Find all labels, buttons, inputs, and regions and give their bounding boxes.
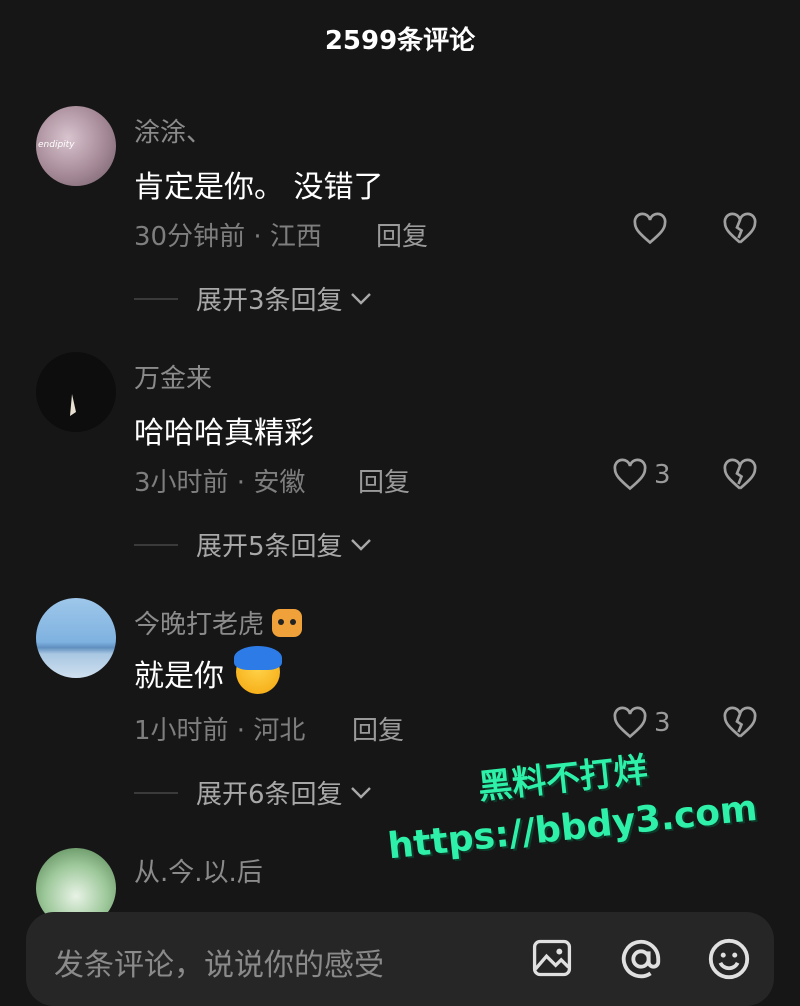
comment-text-body: 就是你 xyxy=(134,659,224,694)
like-count: 3 xyxy=(654,460,671,490)
smiley-icon[interactable] xyxy=(706,936,752,982)
comment-username-text: 今晚打老虎 xyxy=(134,610,265,640)
avatar-text: endipity xyxy=(38,140,75,150)
avatar[interactable] xyxy=(36,352,116,432)
expand-replies[interactable]: 展开3条回复 xyxy=(134,280,373,317)
avatar[interactable]: endipity xyxy=(36,106,116,186)
reply-button[interactable]: 回复 xyxy=(358,462,410,499)
like-button[interactable]: 3 xyxy=(612,458,671,492)
heart-outline-icon xyxy=(613,458,647,491)
expand-replies-label: 展开5条回复 xyxy=(196,532,343,562)
expand-divider xyxy=(134,297,178,300)
comment-username[interactable]: 今晚打老虎 xyxy=(134,604,303,641)
watermark: 黑料不打烊 https://bbdy3.com xyxy=(380,730,768,867)
comment-meta: 30分钟前 · 江西 xyxy=(134,222,322,252)
like-button[interactable]: 3 xyxy=(612,706,671,740)
at-icon[interactable] xyxy=(618,936,664,982)
like-button[interactable] xyxy=(632,212,674,246)
comment-text: 肯定是你。 没错了 xyxy=(134,170,384,205)
expand-replies[interactable]: 展开5条回复 xyxy=(134,526,373,563)
tiger-emoji-icon xyxy=(272,609,303,637)
comment-username[interactable]: 从.今.以.后 xyxy=(134,852,263,889)
expand-divider xyxy=(134,543,178,546)
comment-input-bar[interactable]: 发条评论，说说你的感受 xyxy=(26,912,774,1006)
comment-meta: 3小时前 · 安徽 xyxy=(134,468,306,498)
comment-text: 就是你 xyxy=(134,646,282,695)
watermark-url: https://bbdy3.com xyxy=(385,787,760,868)
avatar[interactable] xyxy=(36,598,116,678)
heart-outline-icon xyxy=(613,706,647,739)
chevron-down-icon xyxy=(350,786,371,799)
reply-button[interactable]: 回复 xyxy=(376,216,428,253)
emoji-sticker-icon xyxy=(233,646,282,694)
expand-replies-label: 展开3条回复 xyxy=(196,286,343,316)
comment-username[interactable]: 万金来 xyxy=(134,358,212,395)
like-count: 3 xyxy=(654,708,671,738)
broken-heart-icon[interactable] xyxy=(722,212,758,246)
reply-button[interactable]: 回复 xyxy=(352,710,404,747)
image-icon[interactable] xyxy=(530,936,574,980)
comment-username[interactable]: 涂涂、 xyxy=(134,112,212,149)
chevron-down-icon xyxy=(350,538,371,551)
heart-outline-icon xyxy=(633,212,667,245)
expand-replies[interactable]: 展开6条回复 xyxy=(134,774,373,811)
comment-count-title: 2599条评论 xyxy=(324,25,476,56)
broken-heart-icon[interactable] xyxy=(722,458,758,492)
comment-meta: 1小时前 · 河北 xyxy=(134,716,306,746)
comment-input-placeholder[interactable]: 发条评论，说说你的感受 xyxy=(54,940,384,984)
expand-replies-label: 展开6条回复 xyxy=(196,780,343,810)
comment-text: 哈哈哈真精彩 xyxy=(134,416,314,451)
avatar-figure xyxy=(70,394,76,416)
chevron-down-icon xyxy=(350,292,371,305)
comments-header: 2599条评论 xyxy=(0,0,800,76)
expand-divider xyxy=(134,791,178,794)
